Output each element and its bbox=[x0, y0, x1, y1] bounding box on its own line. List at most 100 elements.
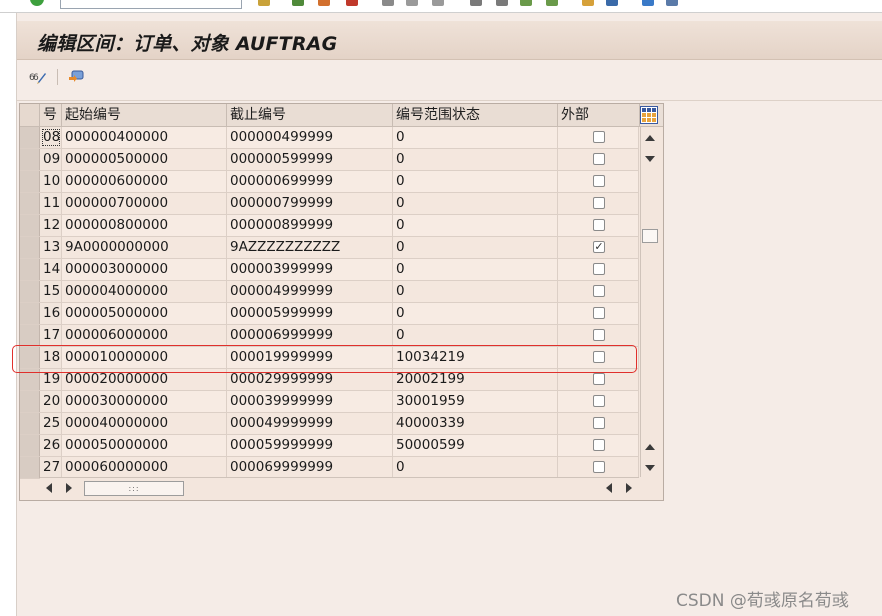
external-checkbox[interactable] bbox=[593, 373, 605, 385]
row-selector[interactable] bbox=[20, 457, 40, 478]
cell-no[interactable]: 25 bbox=[40, 413, 62, 434]
external-checkbox[interactable] bbox=[593, 461, 605, 473]
cell-range-status[interactable]: 0 bbox=[393, 281, 558, 302]
cancel-icon[interactable] bbox=[346, 0, 358, 6]
cell-from-number[interactable]: 000000700000 bbox=[62, 193, 227, 214]
external-checkbox[interactable] bbox=[593, 131, 605, 143]
horizontal-scrollbar[interactable]: ::: bbox=[40, 477, 639, 499]
cell-range-status[interactable]: 0 bbox=[393, 325, 558, 346]
cell-no[interactable]: 09 bbox=[40, 149, 62, 170]
cell-range-status[interactable]: 20002199 bbox=[393, 369, 558, 390]
table-row[interactable]: 19 000020000000 000029999999 20002199 bbox=[20, 369, 639, 391]
table-row[interactable]: 10 000000600000 000000699999 0 bbox=[20, 171, 639, 193]
external-checkbox[interactable] bbox=[593, 285, 605, 297]
cell-to-number[interactable]: 000000499999 bbox=[227, 127, 393, 148]
external-checkbox[interactable] bbox=[593, 197, 605, 209]
table-row[interactable]: 18 000010000000 000019999999 10034219 bbox=[20, 347, 639, 369]
column-header-status[interactable]: 编号范围状态 bbox=[393, 104, 558, 126]
cell-from-number[interactable]: 000030000000 bbox=[62, 391, 227, 412]
find-next-icon[interactable] bbox=[432, 0, 444, 6]
cell-from-number[interactable]: 000000800000 bbox=[62, 215, 227, 236]
cell-from-number[interactable]: 000004000000 bbox=[62, 281, 227, 302]
last-page-icon[interactable] bbox=[546, 0, 558, 6]
column-header-no[interactable]: 号 bbox=[40, 104, 62, 126]
cell-from-number[interactable]: 000003000000 bbox=[62, 259, 227, 280]
cell-range-status[interactable]: 50000599 bbox=[393, 435, 558, 456]
external-checkbox[interactable] bbox=[593, 263, 605, 275]
scroll-page-up-icon[interactable] bbox=[645, 444, 655, 450]
cell-to-number[interactable]: 000029999999 bbox=[227, 369, 393, 390]
cell-from-number[interactable]: 000010000000 bbox=[62, 347, 227, 368]
next-page-icon[interactable] bbox=[520, 0, 532, 6]
table-row[interactable]: 13 9A0000000000 9AZZZZZZZZZZ 0 ✓ bbox=[20, 237, 639, 259]
scroll-up-icon[interactable] bbox=[645, 135, 655, 141]
print-icon[interactable] bbox=[382, 0, 394, 6]
cell-no[interactable]: 08 bbox=[40, 127, 62, 148]
scroll-right-end-icon[interactable] bbox=[626, 483, 632, 493]
cell-range-status[interactable]: 0 bbox=[393, 127, 558, 148]
vertical-scroll-thumb[interactable] bbox=[642, 229, 658, 243]
vertical-scrollbar[interactable] bbox=[640, 127, 662, 477]
table-row[interactable]: 27 000060000000 000069999999 0 bbox=[20, 457, 639, 479]
column-header-external[interactable]: 外部 bbox=[558, 104, 640, 126]
external-checkbox[interactable] bbox=[593, 351, 605, 363]
row-selector[interactable] bbox=[20, 127, 40, 148]
cell-to-number[interactable]: 000039999999 bbox=[227, 391, 393, 412]
table-row[interactable]: 12 000000800000 000000899999 0 bbox=[20, 215, 639, 237]
cell-range-status[interactable]: 0 bbox=[393, 149, 558, 170]
external-checkbox[interactable] bbox=[593, 175, 605, 187]
help-icon[interactable] bbox=[642, 0, 654, 6]
external-checkbox[interactable]: ✓ bbox=[593, 241, 605, 253]
table-row[interactable]: 09 000000500000 000000599999 0 bbox=[20, 149, 639, 171]
cell-from-number[interactable]: 000000400000 bbox=[62, 127, 227, 148]
settings-icon[interactable] bbox=[65, 67, 87, 87]
row-selector[interactable] bbox=[20, 149, 40, 170]
cell-to-number[interactable]: 000000599999 bbox=[227, 149, 393, 170]
scroll-left-icon[interactable] bbox=[46, 483, 52, 493]
row-selector[interactable] bbox=[20, 193, 40, 214]
table-row[interactable]: 08 000000400000 000000499999 0 bbox=[20, 127, 639, 149]
back-icon[interactable] bbox=[292, 0, 304, 6]
cell-to-number[interactable]: 000069999999 bbox=[227, 457, 393, 478]
cell-no[interactable]: 17 bbox=[40, 325, 62, 346]
scroll-right-icon[interactable] bbox=[66, 483, 72, 493]
cell-no[interactable]: 10 bbox=[40, 171, 62, 192]
cell-range-status[interactable]: 0 bbox=[393, 303, 558, 324]
cell-to-number[interactable]: 000049999999 bbox=[227, 413, 393, 434]
create-session-icon[interactable] bbox=[582, 0, 594, 6]
table-row[interactable]: 25 000040000000 000049999999 40000339 bbox=[20, 413, 639, 435]
row-selector[interactable] bbox=[20, 303, 40, 324]
first-page-icon[interactable] bbox=[470, 0, 482, 6]
cell-to-number[interactable]: 000000699999 bbox=[227, 171, 393, 192]
external-checkbox[interactable] bbox=[593, 307, 605, 319]
cell-range-status[interactable]: 0 bbox=[393, 193, 558, 214]
save-icon[interactable] bbox=[258, 0, 270, 6]
cell-no[interactable]: 26 bbox=[40, 435, 62, 456]
table-row[interactable]: 16 000005000000 000005999999 0 bbox=[20, 303, 639, 325]
cell-range-status[interactable]: 0 bbox=[393, 237, 558, 258]
cell-range-status[interactable]: 10034219 bbox=[393, 347, 558, 368]
row-selector[interactable] bbox=[20, 369, 40, 390]
row-selector[interactable] bbox=[20, 237, 40, 258]
cell-from-number[interactable]: 000000600000 bbox=[62, 171, 227, 192]
table-row[interactable]: 14 000003000000 000003999999 0 bbox=[20, 259, 639, 281]
cell-to-number[interactable]: 000000799999 bbox=[227, 193, 393, 214]
table-row[interactable]: 15 000004000000 000004999999 0 bbox=[20, 281, 639, 303]
row-selector[interactable] bbox=[20, 391, 40, 412]
table-row[interactable]: 17 000006000000 000006999999 0 bbox=[20, 325, 639, 347]
cell-from-number[interactable]: 000060000000 bbox=[62, 457, 227, 478]
row-selector[interactable] bbox=[20, 325, 40, 346]
cell-from-number[interactable]: 000000500000 bbox=[62, 149, 227, 170]
table-row[interactable]: 26 000050000000 000059999999 50000599 bbox=[20, 435, 639, 457]
row-selector[interactable] bbox=[20, 215, 40, 236]
external-checkbox[interactable] bbox=[593, 219, 605, 231]
external-checkbox[interactable] bbox=[593, 153, 605, 165]
cell-no[interactable]: 18 bbox=[40, 347, 62, 368]
cell-to-number[interactable]: 000005999999 bbox=[227, 303, 393, 324]
cell-no[interactable]: 20 bbox=[40, 391, 62, 412]
previous-page-icon[interactable] bbox=[496, 0, 508, 6]
cell-no[interactable]: 11 bbox=[40, 193, 62, 214]
scroll-page-down-icon[interactable] bbox=[645, 465, 655, 471]
select-all-corner[interactable] bbox=[20, 104, 40, 126]
cell-no[interactable]: 15 bbox=[40, 281, 62, 302]
